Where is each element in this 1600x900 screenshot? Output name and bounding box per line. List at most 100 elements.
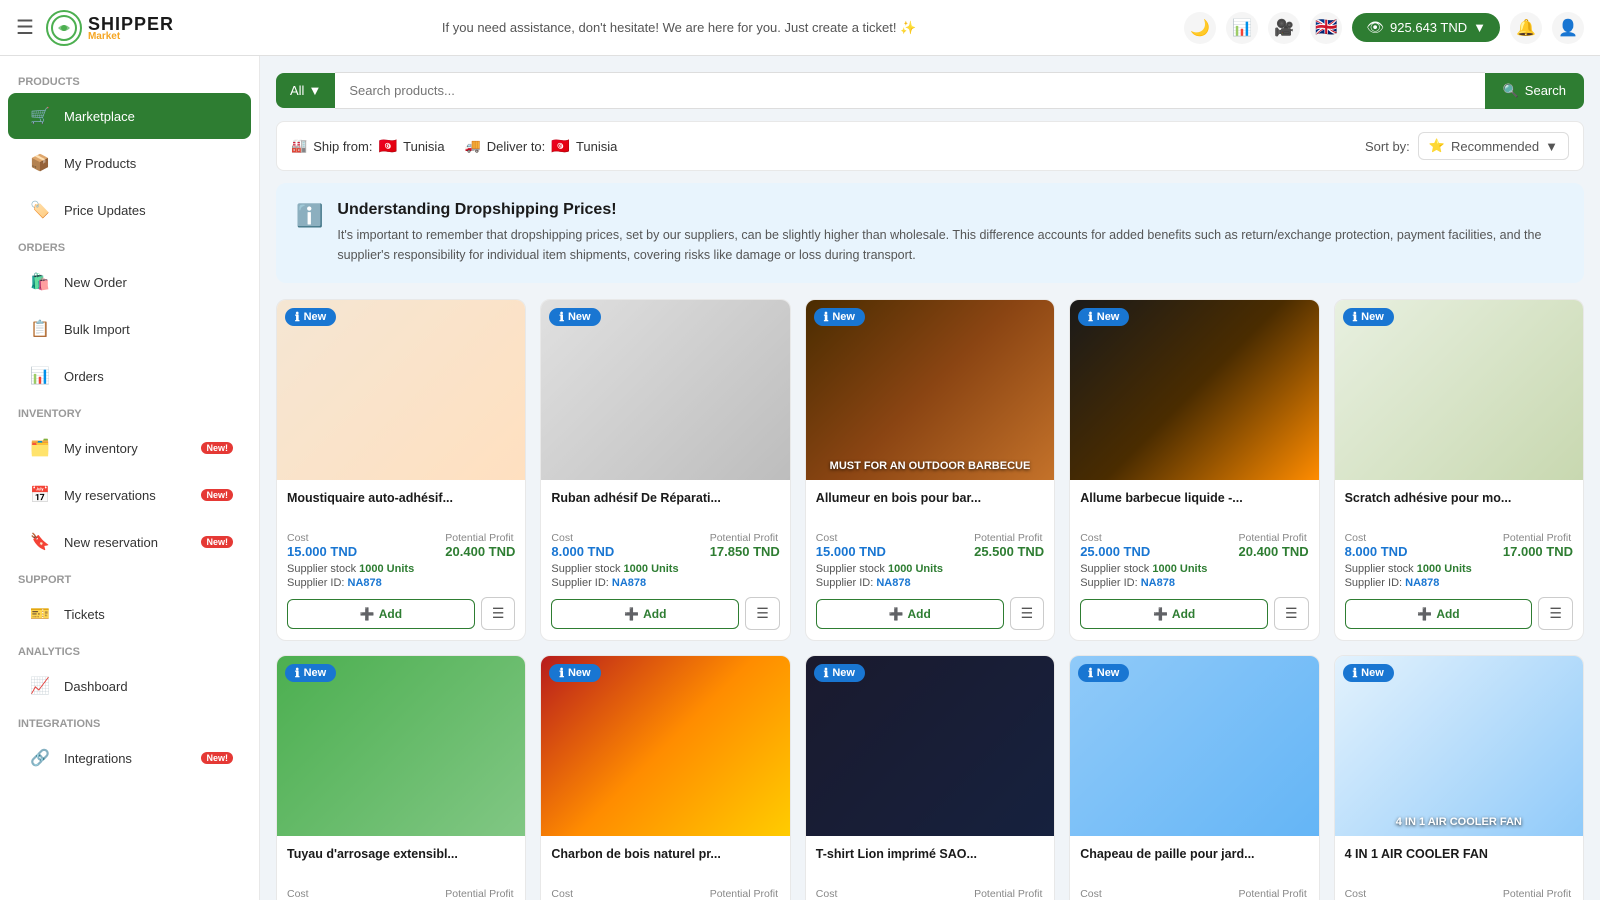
product-pricing-p2: Cost 8.000 TND Potential Profit 17.850 T… xyxy=(551,532,779,559)
announcement-banner: If you need assistance, don't hesitate! … xyxy=(186,20,1172,36)
list-button-p5[interactable]: ☰ xyxy=(1538,597,1573,630)
product-badge-p8: ℹ New xyxy=(814,664,865,682)
badge-label: New xyxy=(832,667,855,679)
cost-label: Cost xyxy=(1080,532,1150,544)
product-body-p4: Allume barbecue liquide -... Cost 25.000… xyxy=(1070,480,1318,640)
add-button-p4[interactable]: ➕ Add xyxy=(1080,599,1268,629)
my-products-icon: 📦 xyxy=(26,149,54,177)
search-input[interactable] xyxy=(335,72,1484,109)
profit-label: Potential Profit xyxy=(1239,532,1309,544)
cost-col: Cost 15.000 TND xyxy=(287,532,357,559)
profit-label: Potential Profit xyxy=(445,532,515,544)
notifications-icon[interactable]: 🔔 xyxy=(1510,12,1542,44)
profit-value: 25.500 TND xyxy=(974,544,1044,559)
badge-label: New xyxy=(832,311,855,323)
sidebar-item-bulk-import[interactable]: 📋 Bulk Import xyxy=(8,306,251,352)
info-banner-content: Understanding Dropshipping Prices! It's … xyxy=(337,201,1564,265)
sidebar-item-orders[interactable]: 📊 Orders xyxy=(8,353,251,399)
cost-label: Cost xyxy=(287,888,357,900)
add-button-p3[interactable]: ➕ Add xyxy=(816,599,1004,629)
sidebar-item-tickets[interactable]: 🎫 Tickets xyxy=(8,591,251,637)
product-body-p7: Charbon de bois naturel pr... Cost 12.00… xyxy=(541,836,789,900)
list-icon: ☰ xyxy=(756,605,769,621)
marketplace-icon: 🛒 xyxy=(26,102,54,130)
product-body-p2: Ruban adhésif De Réparati... Cost 8.000 … xyxy=(541,480,789,640)
cost-col: Cost 25.000 TND xyxy=(1080,532,1150,559)
product-card-p5[interactable]: ℹ New Scratch adhésive pour mo... Cost 8… xyxy=(1334,299,1584,641)
product-card-p3[interactable]: ℹ New MUST FOR AN OUTDOOR BARBECUE Allum… xyxy=(805,299,1055,641)
sidebar-item-my-inventory[interactable]: 🗂️ My inventory New! xyxy=(8,425,251,471)
my-reservations-icon: 📅 xyxy=(26,481,54,509)
product-card-p6[interactable]: ℹ New Tuyau d'arrosage extensibl... Cost… xyxy=(276,655,526,900)
add-plus-icon: ➕ xyxy=(1153,607,1168,621)
sort-select[interactable]: ⭐ Recommended ▼ xyxy=(1418,132,1569,160)
product-name-p8: T-shirt Lion imprimé SAO... xyxy=(816,846,1044,880)
profit-value: 17.850 TND xyxy=(710,544,780,559)
supplier-id-value: NA878 xyxy=(876,577,910,589)
balance-button[interactable]: 👁 925.643 TND ▼ xyxy=(1352,13,1500,42)
add-button-p2[interactable]: ➕ Add xyxy=(551,599,739,629)
sidebar-item-price-updates[interactable]: 🏷️ Price Updates xyxy=(8,187,251,233)
product-card-p7[interactable]: ℹ New Charbon de bois naturel pr... Cost… xyxy=(540,655,790,900)
list-button-p2[interactable]: ☰ xyxy=(745,597,780,630)
search-filter-button[interactable]: All ▼ xyxy=(276,73,335,108)
product-badge-p10: ℹ New xyxy=(1343,664,1394,682)
product-image-p9: ℹ New xyxy=(1070,656,1318,836)
deliver-to-icon: 🚚 xyxy=(465,138,481,154)
list-button-p4[interactable]: ☰ xyxy=(1274,597,1309,630)
profit-value: 17.000 TND xyxy=(1503,544,1573,559)
language-selector[interactable]: 🇬🇧 xyxy=(1310,12,1342,44)
add-plus-icon: ➕ xyxy=(624,607,639,621)
add-button-p5[interactable]: ➕ Add xyxy=(1345,599,1533,629)
product-body-p8: T-shirt Lion imprimé SAO... Cost 20.000 … xyxy=(806,836,1054,900)
product-image-p10: ℹ New 4 IN 1 AIR COOLER FAN xyxy=(1335,656,1583,836)
sidebar-item-my-reservations[interactable]: 📅 My reservations New! xyxy=(8,472,251,518)
product-body-p10: 4 IN 1 AIR COOLER FAN Cost 45.000 TND Po… xyxy=(1335,836,1583,900)
search-bar: All ▼ 🔍 Search xyxy=(276,72,1584,109)
product-actions-p1: ➕ Add ☰ xyxy=(287,597,515,630)
stock-value: 1000 Units xyxy=(1417,563,1472,575)
supplier-id-p4: Supplier ID: NA878 xyxy=(1080,577,1308,589)
sidebar-item-new-reservation[interactable]: 🔖 New reservation New! xyxy=(8,519,251,565)
ship-from-country: Tunisia xyxy=(403,139,444,154)
sidebar-item-marketplace[interactable]: 🛒 Marketplace xyxy=(8,93,251,139)
theme-toggle[interactable]: 🌙 xyxy=(1184,12,1216,44)
hamburger-menu[interactable]: ☰ xyxy=(16,15,34,40)
product-pricing-p7: Cost 12.000 TND Potential Profit 19.500 … xyxy=(551,888,779,900)
sidebar-item-dashboard[interactable]: 📈 Dashboard xyxy=(8,663,251,709)
spreadsheet-icon[interactable]: 📊 xyxy=(1226,12,1258,44)
user-avatar[interactable]: 👤 xyxy=(1552,12,1584,44)
profit-col: Potential Profit 19.500 TND xyxy=(710,888,780,900)
product-card-p2[interactable]: ℹ New Ruban adhésif De Réparati... Cost … xyxy=(540,299,790,641)
product-image-p7: ℹ New xyxy=(541,656,789,836)
search-button-label: Search xyxy=(1525,83,1566,98)
list-icon: ☰ xyxy=(1021,605,1034,621)
cost-value: 8.000 TND xyxy=(551,544,614,559)
add-button-p1[interactable]: ➕ Add xyxy=(287,599,475,629)
sidebar-item-integrations[interactable]: 🔗 Integrations New! xyxy=(8,735,251,781)
search-button[interactable]: 🔍 Search xyxy=(1485,73,1584,109)
product-card-p4[interactable]: ℹ New Allume barbecue liquide -... Cost … xyxy=(1069,299,1319,641)
product-card-p9[interactable]: ℹ New Chapeau de paille pour jard... Cos… xyxy=(1069,655,1319,900)
badge-label: New xyxy=(1097,667,1120,679)
badge-label: New xyxy=(568,667,591,679)
supplier-id-value: NA878 xyxy=(1405,577,1439,589)
integrations-icon: 🔗 xyxy=(26,744,54,772)
sidebar-item-my-products[interactable]: 📦 My Products xyxy=(8,140,251,186)
products-grid: ℹ New Moustiquaire auto-adhésif... Cost … xyxy=(276,299,1584,900)
sidebar-item-new-order[interactable]: 🛍️ New Order xyxy=(8,259,251,305)
support-section-label: Support xyxy=(0,566,259,590)
sidebar-item-integrations-label: Integrations xyxy=(64,751,191,766)
list-button-p1[interactable]: ☰ xyxy=(481,597,516,630)
cost-col: Cost 12.000 TND xyxy=(551,888,621,900)
product-image-p8: ℹ New xyxy=(806,656,1054,836)
product-name-p1: Moustiquaire auto-adhésif... xyxy=(287,490,515,524)
product-card-p1[interactable]: ℹ New Moustiquaire auto-adhésif... Cost … xyxy=(276,299,526,641)
product-card-p10[interactable]: ℹ New 4 IN 1 AIR COOLER FAN 4 IN 1 AIR C… xyxy=(1334,655,1584,900)
search-magnifier-icon: 🔍 xyxy=(1503,83,1519,99)
product-card-p8[interactable]: ℹ New T-shirt Lion imprimé SAO... Cost 2… xyxy=(805,655,1055,900)
profit-col: Potential Profit 25.500 TND xyxy=(974,532,1044,559)
video-icon[interactable]: 🎥 xyxy=(1268,12,1300,44)
list-button-p3[interactable]: ☰ xyxy=(1010,597,1045,630)
product-actions-p3: ➕ Add ☰ xyxy=(816,597,1044,630)
